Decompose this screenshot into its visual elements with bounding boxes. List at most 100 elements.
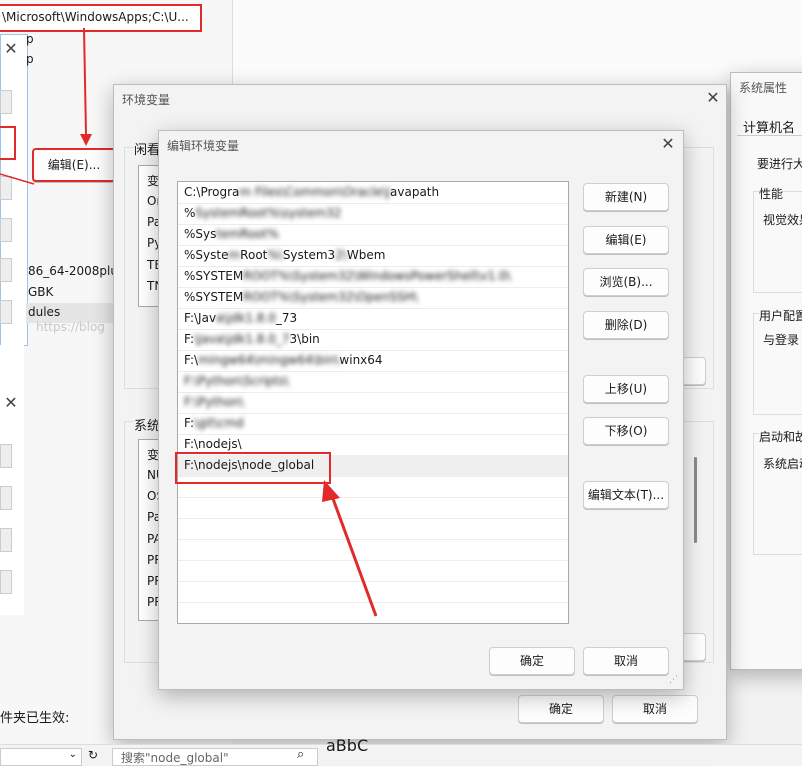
edit-dialog-ok-label: 确定 — [519, 654, 544, 668]
left-fragment: p — [26, 52, 34, 66]
search-placeholder: 搜索"node_global" — [121, 751, 229, 765]
edit-text-button-label: 编辑文本(T)... — [587, 488, 665, 502]
path-entry[interactable]: C:\Program Files\Common\Oracle\Javapath — [178, 182, 568, 204]
move-up-button[interactable]: 上移(U) — [583, 375, 669, 403]
path-entry[interactable]: %SystemRoot%\System32\Wbem — [178, 245, 568, 267]
path-edit-button-label: 编辑(E)... — [47, 158, 101, 172]
env-system-partial-button[interactable] — [682, 633, 706, 661]
path-entry[interactable]: F:\Java\jdk1.8.0_73\bin — [178, 329, 568, 351]
path-edit-button[interactable]: 编辑(E)... — [32, 148, 116, 182]
left-control[interactable] — [0, 444, 12, 468]
entry-masked: \git\cmd — [194, 416, 244, 430]
entry-masked: temRoot% — [216, 227, 279, 241]
path-entry[interactable]: F:\Python\ — [178, 392, 568, 414]
entry-text: avapath — [390, 185, 440, 199]
env-ok-label: 确定 — [548, 702, 573, 716]
startup-label: 启动和故 — [759, 428, 802, 445]
edit-env-var-dialog: 编辑环境变量 ✕ C:\Program Files\Common\Oracle\… — [158, 130, 684, 690]
browse-button[interactable]: 浏览(B)... — [583, 268, 669, 296]
system-properties-window: 系统属性 计算机名 要进行大 性能 视觉效果 用户配置 与登录 启动和故 系统启… — [730, 72, 802, 670]
path-entry[interactable]: F:\mingw64\mingw64\bin\winx64 — [178, 350, 568, 372]
delete-button-label: 删除(D) — [604, 318, 648, 332]
left-dropdown[interactable]: ⌄ — [0, 748, 82, 766]
left-fragment: dules — [28, 305, 61, 319]
edit-button-label: 编辑(E) — [605, 233, 647, 247]
env-cancel-button[interactable]: 取消 — [612, 695, 698, 723]
edit-dialog-ok-button[interactable]: 确定 — [489, 647, 575, 675]
path-entry[interactable]: F:\Python\Scripts\ — [178, 371, 568, 393]
left-control[interactable] — [0, 486, 12, 510]
system-properties-title: 系统属性 — [739, 81, 788, 95]
sysprops-tab-computer-name[interactable]: 计算机名 — [737, 113, 802, 136]
left-fragment: 86_64-2008plus — [28, 264, 125, 278]
left-control[interactable] — [0, 258, 12, 282]
left-control[interactable] — [0, 218, 12, 242]
entry-masked: SystemRoot%\system32 — [195, 206, 342, 220]
edit-dialog-title: 编辑环境变量 — [167, 139, 240, 153]
resize-grip-icon[interactable]: ⋰ — [669, 676, 678, 685]
entry-masked: ROOT%\System32\OpenSSH\ — [243, 290, 418, 304]
left-fragment: p — [26, 32, 34, 46]
entry-text: 3\bin — [289, 332, 320, 346]
search-input[interactable]: 搜索"node_global" ⌕ — [112, 747, 318, 766]
env-user-partial-button[interactable] — [682, 357, 706, 385]
system-section-label: 系统 — [134, 415, 161, 434]
watermark-text: https://blog — [36, 320, 105, 334]
env-close-icon[interactable]: ✕ — [702, 87, 724, 109]
profile-group — [753, 313, 802, 415]
style-sample-text: aBbC — [326, 736, 369, 755]
path-entry[interactable]: F:\git\cmd — [178, 413, 568, 435]
path-entry[interactable]: %SystemRoot%\system32 — [178, 203, 568, 225]
env-ok-button[interactable]: 确定 — [518, 695, 604, 723]
tab-label: 计算机名 — [743, 121, 796, 136]
edit-text-button[interactable]: 编辑文本(T)... — [583, 481, 669, 509]
entry-masked: \Java\jdk1.8.0_7 — [194, 332, 290, 346]
entry-masked: mingw64\mingw64\bin\ — [198, 353, 340, 367]
refresh-icon[interactable]: ↻ — [88, 748, 98, 762]
search-icon: ⌕ — [297, 747, 305, 762]
path-value-text: \Microsoft\WindowsApps;C:\U... — [2, 10, 189, 24]
entry-text: %SYSTEM — [184, 290, 244, 304]
path-entry[interactable]: F:\Java\jdk1.8.0_73 — [178, 308, 568, 330]
folder-note-text: 件夹已生效: — [0, 711, 70, 726]
edit-dialog-cancel-label: 取消 — [613, 654, 638, 668]
left-close-icon[interactable]: ✕ — [0, 38, 22, 60]
admin-note: 要进行大 — [757, 157, 802, 171]
entry-text: F:\nodejs\ — [184, 437, 242, 451]
chevron-down-icon: ⌄ — [68, 749, 77, 760]
path-value-field[interactable]: \Microsoft\WindowsApps;C:\U... — [0, 4, 202, 32]
entry-text: F: — [184, 332, 195, 346]
move-down-button[interactable]: 下移(O) — [583, 417, 669, 445]
env-cancel-label: 取消 — [642, 702, 667, 716]
edit-dialog-cancel-button[interactable]: 取消 — [583, 647, 669, 675]
entry-text: % — [184, 206, 196, 220]
new-button[interactable]: 新建(N) — [583, 183, 669, 211]
perf-label: 性能 — [759, 185, 784, 202]
move-up-button-label: 上移(U) — [604, 382, 648, 396]
edit-dialog-close-icon[interactable]: ✕ — [657, 133, 679, 155]
entry-text: F:\ — [184, 353, 199, 367]
left-control[interactable] — [0, 528, 12, 552]
annotation-arrow-top — [80, 27, 92, 146]
startup-desc: 系统启动 — [763, 457, 802, 471]
delete-button[interactable]: 删除(D) — [583, 311, 669, 339]
entry-text: F: — [184, 416, 195, 430]
entry-masked: F:\Python\ — [184, 395, 244, 409]
path-entry[interactable]: %SYSTEMROOT%\System32\OpenSSH\ — [178, 287, 568, 309]
entry-masked: 2\ — [335, 248, 347, 262]
move-down-button-label: 下移(O) — [604, 424, 648, 438]
edit-button[interactable]: 编辑(E) — [583, 226, 669, 254]
left-control[interactable] — [0, 300, 12, 324]
user-section-label: 闲看 — [134, 139, 161, 158]
left-control[interactable] — [0, 90, 12, 114]
annotation-arrow-node-global — [322, 480, 378, 617]
path-entry[interactable]: %SystemRoot% — [178, 224, 568, 246]
left-control[interactable] — [0, 570, 12, 594]
node-global-highlight-box — [175, 452, 331, 484]
entry-text: %Sys — [184, 227, 217, 241]
path-entry[interactable]: %SYSTEMROOT%\System32\WindowsPowerShell\… — [178, 266, 568, 288]
left-lower-close-icon[interactable]: ✕ — [0, 392, 22, 414]
system-vars-scrollbar[interactable] — [694, 457, 697, 543]
entry-masked: m — [228, 248, 241, 262]
new-button-label: 新建(N) — [604, 190, 648, 204]
